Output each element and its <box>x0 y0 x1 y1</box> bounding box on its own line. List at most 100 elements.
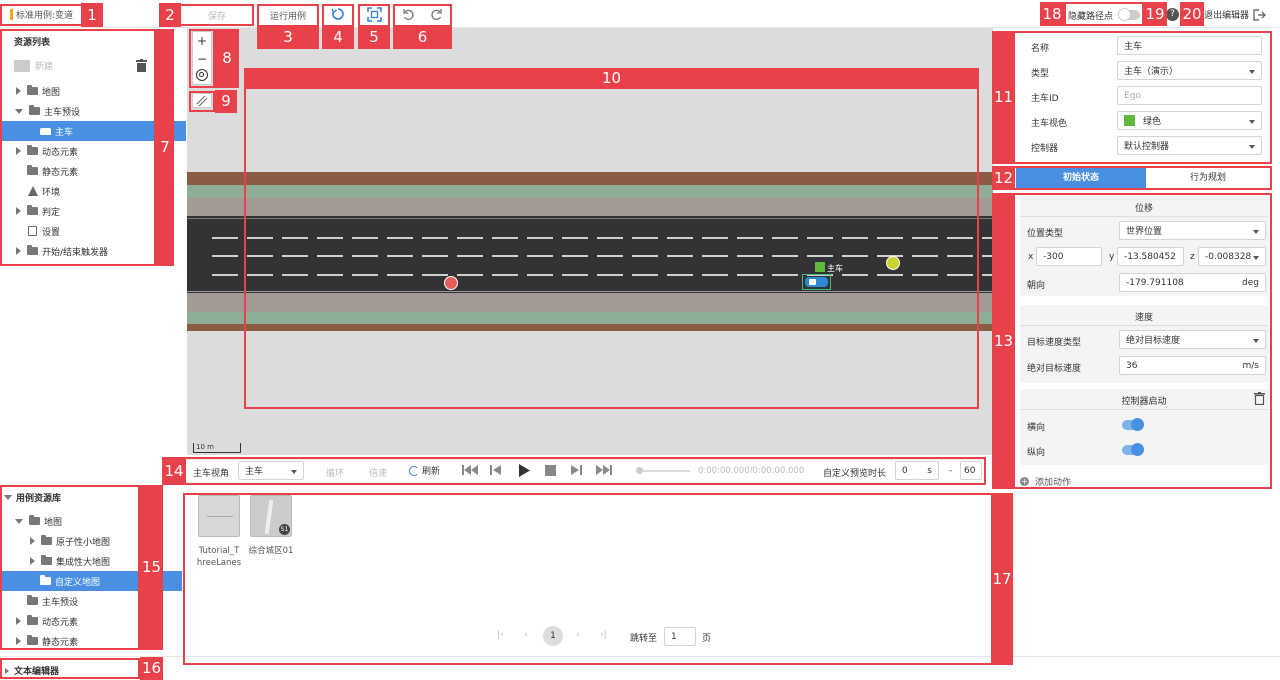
lane-dash <box>212 255 238 257</box>
progress-track[interactable] <box>640 470 690 472</box>
lib-item-ego-preset[interactable]: 主车预设 <box>2 591 154 611</box>
lane-dash <box>772 237 798 239</box>
skip-end-button[interactable] <box>596 464 612 479</box>
folder-icon <box>27 595 38 605</box>
hide-route-toggle[interactable] <box>1118 8 1140 21</box>
tree-label: 设置 <box>42 227 61 238</box>
x-input[interactable]: -300 <box>1036 247 1102 266</box>
lib-item-map[interactable]: 地图 <box>2 511 154 531</box>
undo-button[interactable] <box>396 4 420 24</box>
redo-button[interactable] <box>424 4 448 24</box>
stop-button[interactable] <box>545 465 556 476</box>
heading-input[interactable]: -179.791108 deg <box>1119 273 1266 292</box>
lateral-toggle[interactable] <box>1122 418 1144 431</box>
zoom-in-button[interactable]: + <box>192 33 212 49</box>
lane-dash <box>352 274 378 276</box>
delete-controller-button[interactable] <box>1254 392 1265 408</box>
tree-item-ego-preset[interactable]: 主车预设 <box>2 101 154 121</box>
tree-item-settings[interactable]: 设置 <box>2 221 154 241</box>
tree-item-map[interactable]: 地图 <box>2 81 154 101</box>
fit-view-button[interactable] <box>360 4 388 24</box>
map-card-city[interactable]: S1 <box>250 495 292 537</box>
pedestrian-marker-red[interactable] <box>444 276 458 290</box>
lib-item-static[interactable]: 静态元素 <box>2 631 154 651</box>
text-editor-toggle[interactable]: 文本编辑器 <box>5 664 59 677</box>
exit-editor-link[interactable]: 退出编辑器 <box>1204 8 1266 21</box>
lib-item-integrated-map[interactable]: 集成性大地图 <box>2 551 154 571</box>
next-page-button[interactable]: › <box>576 630 580 640</box>
y-input[interactable]: -13.580452 <box>1117 247 1184 266</box>
step-back-button[interactable] <box>490 464 502 479</box>
tree-item-static[interactable]: 静态元素 <box>2 161 154 181</box>
lane-dash <box>842 255 868 257</box>
toggle-knob <box>1131 418 1144 431</box>
lane-dash <box>317 255 343 257</box>
tree-label: 判定 <box>42 207 61 218</box>
step-forward-button[interactable] <box>570 464 582 479</box>
map-card-tutorial[interactable] <box>198 495 240 537</box>
exit-editor-label: 退出编辑器 <box>1204 11 1250 21</box>
name-input[interactable]: 主车 <box>1117 36 1262 55</box>
jump-input[interactable]: 1 <box>664 627 696 646</box>
measure-tool-button[interactable] <box>192 93 212 108</box>
refresh-button[interactable]: 刷新 <box>409 464 440 477</box>
tree-item-triggers[interactable]: 开始/结束触发器 <box>2 241 154 261</box>
speed-button[interactable]: 倍速 <box>369 466 387 479</box>
skip-start-button[interactable] <box>462 464 478 479</box>
add-action-button[interactable]: + 添加动作 <box>1020 475 1071 488</box>
lib-item-atomic-map[interactable]: 原子性小地图 <box>2 531 154 551</box>
tree-item-judge[interactable]: 判定 <box>2 201 154 221</box>
recenter-button[interactable] <box>196 69 208 81</box>
scale-label: 10 m <box>196 443 214 451</box>
abs-speed-value: 36 <box>1126 360 1138 371</box>
tree-item-dynamic[interactable]: 动态元素 <box>2 141 154 161</box>
first-page-button[interactable]: |‹ <box>497 630 504 640</box>
tree-item-environment[interactable]: 环境 <box>2 181 154 201</box>
lane-dash <box>772 255 798 257</box>
tree-item-ego[interactable]: 主车 <box>0 121 156 141</box>
preview-end-input[interactable]: 60 <box>960 461 982 480</box>
longitudinal-toggle[interactable] <box>1122 443 1144 456</box>
view-select[interactable]: 主车 <box>238 461 304 480</box>
heading-label: 朝向 <box>1027 281 1046 291</box>
lib-item-dynamic[interactable]: 动态元素 <box>2 611 154 631</box>
controller-select[interactable]: 默认控制器 <box>1117 136 1262 155</box>
zoom-out-button[interactable]: − <box>192 51 212 67</box>
scene-canvas[interactable]: 主车 10 m <box>187 28 993 455</box>
annotation-number: 7 <box>156 29 174 266</box>
lane-dash <box>737 274 763 276</box>
ego-id-input[interactable]: Ego <box>1117 86 1262 105</box>
lane-dash <box>457 274 483 276</box>
pos-type-select[interactable]: 世界位置 <box>1119 221 1266 240</box>
lane-dash <box>912 255 938 257</box>
type-select[interactable]: 主车（演示） <box>1117 61 1262 80</box>
tab-behavior[interactable]: 行为规划 <box>1148 168 1268 188</box>
progress-handle[interactable] <box>636 467 643 474</box>
toggle-knob <box>1118 8 1131 21</box>
loop-button[interactable]: 循环 <box>326 466 344 479</box>
preview-start-input[interactable]: 0 s <box>895 461 939 480</box>
speed-type-select[interactable]: 绝对目标速度 <box>1119 330 1266 349</box>
pedestrian-marker-yellow[interactable] <box>886 256 900 270</box>
lane-dash <box>597 255 623 257</box>
lib-item-custom-map[interactable]: 自定义地图 <box>0 571 156 591</box>
save-button[interactable]: 保存 <box>182 6 252 24</box>
prev-page-button[interactable]: ‹ <box>524 630 528 640</box>
reset-button[interactable] <box>324 4 352 24</box>
color-select[interactable]: 绿色 <box>1117 111 1262 130</box>
abs-speed-input[interactable]: 36 m/s <box>1119 356 1266 375</box>
last-page-button[interactable]: ›| <box>600 630 607 640</box>
tab-initial-state[interactable]: 初始状态 <box>1016 168 1146 188</box>
run-case-button[interactable]: 运行用例 <box>258 6 318 24</box>
ego-vehicle[interactable] <box>802 274 831 290</box>
new-resource-button[interactable]: 新建 <box>14 59 53 72</box>
delete-resource-button[interactable] <box>136 59 147 72</box>
caret-right-icon <box>16 207 21 215</box>
library-header[interactable]: 用例资源库 <box>4 491 61 504</box>
current-page[interactable]: 1 <box>543 626 563 646</box>
play-button[interactable] <box>518 464 530 480</box>
shoulder-top <box>187 198 993 216</box>
z-input[interactable]: -0.008328 <box>1198 247 1266 266</box>
help-icon[interactable]: ? <box>1166 8 1179 21</box>
lane-dash <box>282 274 308 276</box>
